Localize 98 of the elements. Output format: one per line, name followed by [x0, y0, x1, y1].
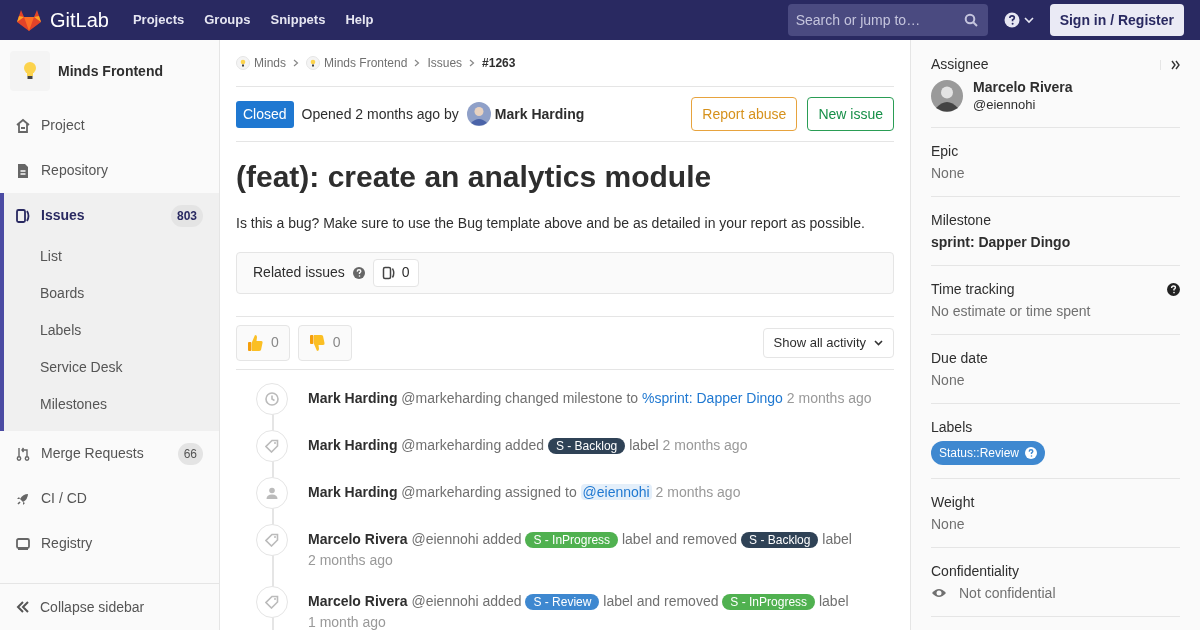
home-icon — [15, 117, 31, 134]
new-issue-button[interactable]: New issue — [807, 97, 894, 131]
section-value: No estimate or time spent — [931, 302, 1091, 321]
clock-icon — [265, 391, 279, 406]
section-title: Labels — [931, 418, 974, 437]
assignee-handle: @eiennohi — [973, 96, 1037, 113]
collapse-panel-button[interactable] — [1160, 59, 1180, 70]
breadcrumb-link[interactable]: #1263 — [482, 54, 516, 72]
thumbs-down-icon — [308, 333, 325, 352]
sidebar-subitem[interactable]: Milestones — [40, 394, 107, 415]
sidebar-subitem[interactable]: Boards — [40, 283, 85, 304]
section-title: Time tracking — [931, 280, 1016, 299]
activity-note: Marcelo Rivera @eiennohi added S - InProgress label and removed S - Backlog label 2 months ago — [308, 529, 853, 570]
nav-link[interactable]: Groups — [204, 10, 251, 30]
sidebar-item[interactable]: Merge Requests 66 — [4, 431, 219, 476]
opened-text: Opened 2 months ago by — [301, 104, 459, 124]
sidebar-subitem[interactable]: Labels — [40, 320, 82, 341]
nav-link[interactable]: Snippets — [270, 10, 326, 30]
section-title: Due date — [931, 349, 989, 368]
label-badge[interactable]: S - Backlog — [547, 437, 626, 454]
lightbulb-icon — [236, 56, 250, 70]
related-issues-title: Related issues — [253, 263, 345, 282]
issue-count-badge: 0 — [372, 258, 419, 287]
section-value: None — [931, 515, 965, 534]
double-chevron-left-icon — [16, 601, 30, 613]
user-mention-link[interactable]: @eiennohi — [580, 483, 652, 500]
user-icon — [265, 485, 279, 500]
breadcrumb-link[interactable]: Minds Frontend — [306, 54, 408, 72]
activity-note: Mark Harding @markeharding assigned to @eiennohi 2 months ago — [308, 482, 742, 502]
gitlab-logo[interactable]: GitLab — [16, 5, 109, 35]
project-name[interactable]: Minds Frontend — [58, 60, 163, 82]
double-chevron-right-icon — [1171, 59, 1180, 70]
sidebar-item[interactable]: Repository — [4, 148, 219, 193]
sidebar-item[interactable]: Registry — [4, 521, 219, 566]
sidebar-item[interactable]: CI / CD — [4, 476, 219, 521]
chevron-right-icon — [469, 59, 476, 67]
section-title: Milestone — [931, 211, 992, 230]
sign-in-button[interactable]: Sign in / Register — [1049, 4, 1184, 36]
sidebar-item[interactable]: Issues 803 — [4, 193, 219, 238]
section-value: None — [931, 164, 965, 183]
help-menu-button[interactable] — [1003, 12, 1034, 28]
reaction-button[interactable]: 0 — [236, 324, 290, 361]
fox-logo-icon — [16, 8, 42, 32]
sidebar-subitem[interactable]: Service Desk — [40, 357, 123, 378]
help-icon — [1003, 12, 1020, 28]
status-badge: Closed — [236, 100, 294, 128]
activity-note: Mark Harding @markeharding added S - Backlog label 2 months ago — [308, 435, 749, 456]
avatar-icon — [931, 79, 963, 112]
breadcrumb-link[interactable]: Minds — [236, 54, 286, 72]
search-field[interactable]: Search or jump to… — [787, 4, 988, 36]
activity-note: Marcelo Rivera @eiennohi added S - Review label and removed S - InProgress label 1 month ago — [308, 591, 850, 630]
lightbulb-icon — [23, 61, 37, 81]
sidebar-item[interactable]: Project — [4, 103, 219, 148]
nav-link[interactable]: Help — [345, 10, 374, 30]
document-icon — [15, 162, 31, 179]
breadcrumb-link[interactable]: Issues — [427, 54, 463, 72]
section-value: Not confidential — [959, 584, 1056, 603]
author-link[interactable]: Mark Harding — [466, 102, 585, 126]
tag-icon — [265, 594, 279, 609]
chevron-right-icon — [293, 59, 299, 67]
milestone-value[interactable]: sprint: Dapper Dingo — [931, 232, 1071, 252]
milestone-link[interactable]: %sprint: Dapper Dingo — [642, 389, 783, 406]
label-badge[interactable]: Status::Review — [931, 441, 1046, 465]
count-badge: 66 — [177, 442, 203, 465]
eye-icon — [931, 587, 947, 599]
issues-icon — [381, 265, 396, 280]
reaction-button[interactable]: 0 — [297, 324, 352, 361]
tag-icon — [265, 532, 279, 547]
tag-icon — [265, 438, 279, 453]
search-icon — [963, 13, 978, 27]
section-value: None — [931, 371, 965, 390]
chevron-right-icon — [414, 59, 421, 67]
registry-icon — [15, 535, 31, 552]
label-badge[interactable]: S - Backlog — [741, 531, 819, 548]
label-badge[interactable]: S - Review — [525, 593, 600, 610]
issue-description: Is this a bug? Make sure to use the Bug template above and be as detailed in your report as possible. — [236, 213, 866, 233]
issue-title: (feat): create an analytics module — [236, 159, 713, 195]
section-title: Assignee — [931, 55, 990, 74]
sidebar-subitem[interactable]: List — [40, 246, 62, 267]
help-icon — [352, 266, 365, 279]
thumbs-up-icon — [247, 333, 263, 352]
activity-filter-dropdown[interactable]: Show all activity — [762, 327, 894, 358]
help-icon — [1167, 282, 1180, 296]
count-badge: 803 — [170, 204, 203, 227]
nav-link[interactable]: Projects — [132, 10, 185, 30]
merge-request-icon — [15, 445, 31, 462]
activity-note: Mark Harding @markeharding changed milestone to %sprint: Dapper Dingo 2 months ago — [308, 388, 873, 408]
chevron-down-icon — [874, 339, 883, 346]
section-title: Confidentiality — [931, 562, 1020, 581]
section-title: Weight — [931, 493, 976, 512]
collapse-sidebar-button[interactable]: Collapse sidebar — [0, 583, 219, 630]
chevron-down-icon — [1023, 16, 1034, 24]
lightbulb-icon — [306, 56, 320, 70]
section-title: Epic — [931, 142, 960, 161]
issues-icon — [15, 207, 31, 224]
assignee-name[interactable]: Marcelo Rivera — [973, 78, 1073, 96]
help-icon — [1025, 447, 1038, 459]
avatar-icon — [466, 102, 491, 126]
